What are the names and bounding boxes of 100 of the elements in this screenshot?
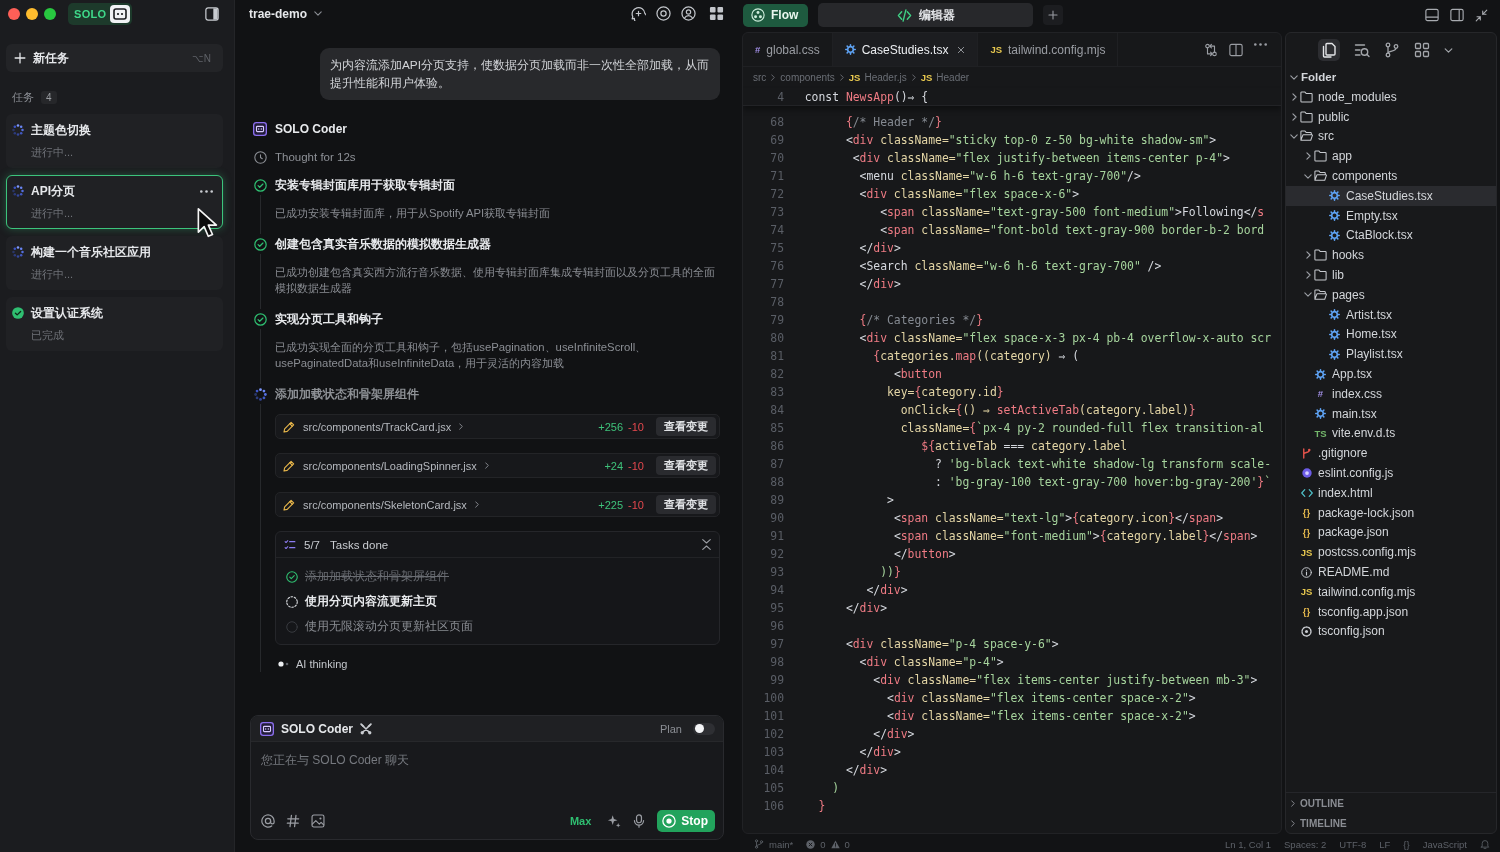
file-item[interactable]: JS tailwind.config.mjs <box>1286 581 1496 602</box>
collapse-icon[interactable] <box>702 539 711 550</box>
file-item[interactable]: .gitignore <box>1286 443 1496 464</box>
code-line: ) <box>832 781 839 795</box>
panel-section-header[interactable]: OUTLINE <box>1286 793 1496 813</box>
file-path-link[interactable]: src/components/TrackCard.jsx <box>303 420 452 433</box>
folder-item[interactable]: app <box>1286 146 1496 167</box>
project-dropdown[interactable]: trae-demo <box>249 6 322 21</box>
file-item[interactable]: CtaBlock.tsx <box>1286 225 1496 246</box>
thinking-dots-icon <box>278 661 289 667</box>
folder-item[interactable]: pages <box>1286 284 1496 305</box>
mention-icon[interactable] <box>261 814 275 828</box>
editor-file-tab[interactable]: CaseStudies.tsx <box>832 33 979 66</box>
file-item[interactable]: tsconfig.json <box>1286 621 1496 642</box>
window-minimize-button[interactable] <box>26 7 38 20</box>
chat-input[interactable]: 您正在与 SOLO Coder 聊天 <box>261 752 715 809</box>
image-icon[interactable] <box>311 814 325 828</box>
split-editor-icon[interactable] <box>1229 42 1243 57</box>
file-item[interactable]: Playlist.tsx <box>1286 344 1496 365</box>
grid-icon[interactable] <box>709 6 724 21</box>
breadcrumb-item[interactable]: src <box>753 72 767 83</box>
search-icon[interactable] <box>1354 42 1370 58</box>
scissors-icon[interactable] <box>360 722 372 735</box>
file-type-label: JS <box>990 44 1002 55</box>
file-path-link[interactable]: src/components/LoadingSpinner.jsx <box>303 459 477 472</box>
line-number: 70 <box>770 151 784 165</box>
mode-button[interactable]: Max <box>569 815 592 827</box>
task-title: 主题色切换 <box>31 121 91 139</box>
code-line: {/* Header */} <box>845 115 942 129</box>
folder-item[interactable]: lib <box>1286 265 1496 285</box>
folder-item[interactable]: components <box>1286 166 1496 186</box>
line-number: 91 <box>770 529 784 543</box>
files-icon[interactable] <box>1318 39 1340 61</box>
file-item[interactable]: Artist.tsx <box>1286 304 1496 325</box>
new-task-button[interactable]: 新任务 ⌥N <box>6 44 223 72</box>
view-changes-button[interactable]: 查看变更 <box>656 495 716 514</box>
panel-bottom-icon[interactable] <box>1425 8 1439 22</box>
folder-icon <box>1300 110 1313 123</box>
folder-item[interactable]: src <box>1286 126 1496 147</box>
task-card[interactable]: API分页 进行中... <box>6 175 223 229</box>
folder-item[interactable]: public <box>1286 106 1496 127</box>
user-icon[interactable] <box>681 6 696 21</box>
grid-icon[interactable] <box>1414 42 1430 58</box>
panel-right-icon[interactable] <box>1450 8 1464 22</box>
editor-tab[interactable]: 编辑器 <box>818 3 1034 27</box>
task-card[interactable]: 主题色切换 进行中... <box>6 114 223 168</box>
more-icon[interactable] <box>200 189 213 193</box>
panel-section-header[interactable]: TIMELINE <box>1286 813 1496 833</box>
hash-icon[interactable] <box>286 814 300 828</box>
file-path-link[interactable]: src/components/SkeletonCard.jsx <box>303 498 467 511</box>
compare-icon[interactable] <box>1204 42 1218 57</box>
file-item[interactable]: JS postcss.config.mjs <box>1286 542 1496 563</box>
add-tab-button[interactable] <box>1043 5 1064 25</box>
sidebar-toggle-icon[interactable] <box>205 6 219 21</box>
file-item[interactable]: README.md <box>1286 562 1496 582</box>
folder-header[interactable]: Folder <box>1286 67 1496 87</box>
new-chat-icon[interactable] <box>631 6 646 21</box>
code-line: <span className="font-medium">{category.label}</span> <box>893 529 1258 543</box>
file-item[interactable]: eslint.config.js <box>1286 463 1496 483</box>
folder-item[interactable]: hooks <box>1286 245 1496 266</box>
view-changes-button[interactable]: 查看变更 <box>656 417 716 436</box>
editor-file-tab[interactable]: # global.css <box>743 33 833 66</box>
line-number: 90 <box>770 511 784 525</box>
file-item[interactable]: CaseStudies.tsx <box>1286 186 1496 206</box>
task-card[interactable]: 设置认证系统 已完成 <box>6 297 223 351</box>
view-changes-button[interactable]: 查看变更 <box>656 456 716 475</box>
breadcrumb-item[interactable]: JS Header <box>920 72 970 83</box>
plan-toggle[interactable] <box>693 722 715 735</box>
window-close-button[interactable] <box>8 7 20 20</box>
flow-button[interactable]: Flow <box>743 3 809 27</box>
sparkle-icon[interactable] <box>607 814 622 828</box>
branch-icon[interactable] <box>1384 42 1400 58</box>
spinner-icon <box>12 246 24 258</box>
code-line: : 'bg-gray-100 text-gray-700 hover:bg-gray-200'}` <box>935 475 1272 489</box>
line-number: 106 <box>763 799 784 813</box>
file-item[interactable]: main.tsx <box>1286 403 1496 424</box>
more-icon[interactable] <box>1254 42 1267 46</box>
file-item[interactable]: {} package-lock.json <box>1286 502 1496 523</box>
window-zoom-button[interactable] <box>44 7 56 20</box>
chat-composer[interactable]: SOLO Coder Plan 您正在与 SOLO Coder 聊天 Max Stop <box>250 715 724 840</box>
file-item[interactable]: # index.css <box>1286 383 1496 404</box>
chevron-down-icon[interactable] <box>1444 47 1453 53</box>
file-item[interactable]: Empty.tsx <box>1286 205 1496 226</box>
folder-item[interactable]: node_modules <box>1286 87 1496 107</box>
collapse-arrows-icon[interactable] <box>1475 8 1488 22</box>
solo-mode-toggle[interactable]: SOLO <box>68 2 133 25</box>
microphone-icon[interactable] <box>632 814 647 828</box>
file-item[interactable]: index.html <box>1286 482 1496 503</box>
editor-file-tab[interactable]: JS tailwind.config.mjs <box>978 33 1119 66</box>
breadcrumb-item[interactable]: components <box>780 72 835 83</box>
file-item[interactable]: TS vite.env.d.ts <box>1286 423 1496 444</box>
file-item[interactable]: Home.tsx <box>1286 324 1496 345</box>
target-icon[interactable] <box>656 6 671 21</box>
file-item[interactable]: App.tsx <box>1286 364 1496 384</box>
breadcrumb-item[interactable]: JS Header.js <box>848 72 907 83</box>
close-icon[interactable] <box>957 45 966 54</box>
file-item[interactable]: {} tsconfig.app.json <box>1286 601 1496 622</box>
code-line: <div className="flex space-x-3 px-4 pb-4 overflow-x-auto scr <box>859 331 1272 345</box>
file-item[interactable]: {} package.json <box>1286 522 1496 543</box>
task-card[interactable]: 构建一个音乐社区应用 进行中... <box>6 236 223 290</box>
